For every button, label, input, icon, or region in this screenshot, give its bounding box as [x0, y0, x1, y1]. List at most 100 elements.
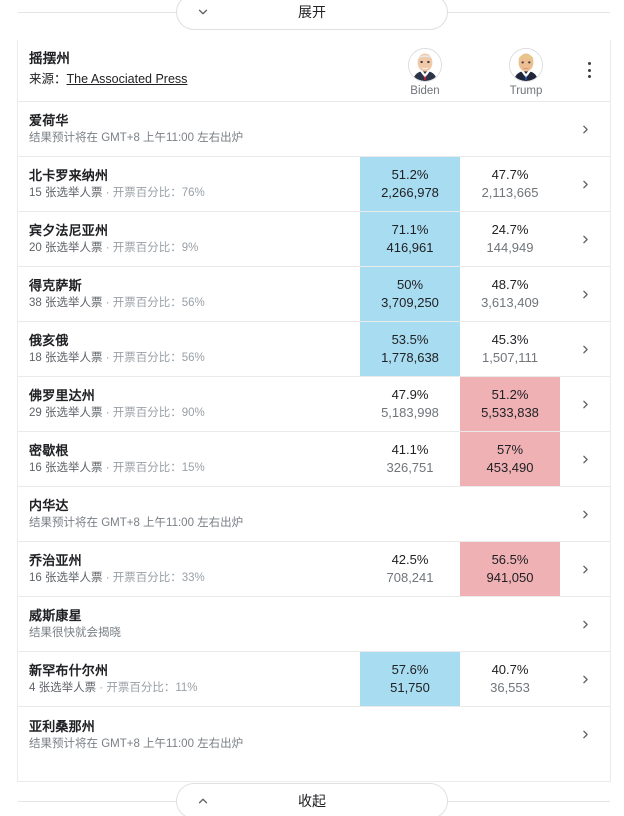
trump-percent: 40.7%	[491, 662, 529, 677]
expand-button[interactable]: 展开	[176, 0, 448, 30]
biden-percent: 71.1%	[391, 222, 429, 237]
biden-votes: 5,183,998	[381, 405, 439, 420]
table-row[interactable]: 北卡罗来纳州 15 张选举人票 · 开票百分比：76% 51.2% 2,266,978…	[18, 157, 610, 212]
reporting-percent: 开票百分比：11%	[106, 682, 198, 694]
result-cell-trump	[460, 102, 560, 156]
biden-percent: 57.6%	[391, 662, 429, 677]
trump-votes: 2,113,665	[481, 185, 539, 200]
biden-percent: 41.1%	[391, 442, 429, 457]
state-meta: 16 张选举人票 · 开票百分比：33%	[29, 570, 360, 586]
overflow-menu-icon[interactable]	[580, 60, 598, 80]
chevron-right-icon[interactable]	[560, 157, 610, 211]
state-info: 乔治亚州 16 张选举人票 · 开票百分比：33%	[18, 542, 360, 596]
state-info: 得克萨斯 38 张选举人票 · 开票百分比：56%	[18, 267, 360, 321]
result-cell-trump: 57% 453,490	[460, 432, 560, 486]
state-meta: 4 张选举人票 · 开票百分比：11%	[29, 680, 360, 696]
chevron-right-icon[interactable]	[560, 707, 610, 762]
trump-votes: 144,949	[486, 240, 534, 255]
result-cell-biden: 53.5% 1,778,638	[360, 322, 460, 376]
chevron-right-icon[interactable]	[560, 542, 610, 596]
chevron-right-icon[interactable]	[560, 212, 610, 266]
table-row[interactable]: 乔治亚州 16 张选举人票 · 开票百分比：33% 42.5% 708,241 56.5…	[18, 542, 610, 597]
state-name: 北卡罗来纳州	[29, 168, 109, 183]
result-cell-biden: 57.6% 51,750	[360, 652, 460, 706]
state-meta: 16 张选举人票 · 开票百分比：15%	[29, 460, 360, 476]
table-row[interactable]: 密歇根 16 张选举人票 · 开票百分比：15% 41.1% 326,751 57% 45…	[18, 432, 610, 487]
electoral-votes: 38 张选举人票	[29, 297, 103, 309]
chevron-right-icon[interactable]	[560, 432, 610, 486]
state-name: 威斯康星	[29, 608, 82, 623]
state-name: 乔治亚州	[29, 553, 82, 568]
collapse-button-label: 收起	[298, 793, 326, 809]
state-info: 亚利桑那州 结果预计将在 GMT+8 上午11:00 左右出炉	[18, 707, 360, 762]
result-cell-trump: 40.7% 36,553	[460, 652, 560, 706]
biden-percent: 53.5%	[391, 332, 429, 347]
reporting-percent: 开票百分比：90%	[112, 407, 205, 419]
trump-percent: 57%	[496, 442, 524, 457]
state-name: 新罕布什尔州	[29, 663, 109, 678]
trump-percent: 48.7%	[491, 277, 529, 292]
table-row[interactable]: 佛罗里达州 29 张选举人票 · 开票百分比：90% 47.9% 5,183,998 5…	[18, 377, 610, 432]
biden-votes: 1,778,638	[381, 350, 439, 365]
chevron-down-icon	[177, 5, 229, 19]
electoral-votes: 29 张选举人票	[29, 407, 103, 419]
state-name: 得克萨斯	[29, 278, 82, 293]
table-row[interactable]: 威斯康星结果很快就会揭晓	[18, 597, 610, 652]
chevron-right-icon[interactable]	[560, 597, 610, 651]
trump-votes: 36,553	[490, 680, 530, 695]
trump-percent: 24.7%	[491, 222, 529, 237]
collapse-button[interactable]: 收起	[176, 783, 448, 816]
state-note: 结果预计将在 GMT+8 上午11:00 左右出炉	[29, 517, 244, 529]
state-results-list: 爱荷华 结果预计将在 GMT+8 上午11:00 左右出炉 北卡罗来纳州 15 张选举…	[18, 102, 610, 762]
result-cell-trump	[460, 707, 560, 762]
table-row[interactable]: 得克萨斯 38 张选举人票 · 开票百分比：56% 50% 3,709,250 48.7…	[18, 267, 610, 322]
state-info: 内华达 结果预计将在 GMT+8 上午11:00 左右出炉	[18, 487, 360, 541]
source-prefix: 来源：	[29, 72, 67, 86]
chevron-right-icon[interactable]	[560, 102, 610, 156]
table-row[interactable]: 新罕布什尔州 4 张选举人票 · 开票百分比：11% 57.6% 51,750 40.7…	[18, 652, 610, 707]
chevron-right-icon[interactable]	[560, 322, 610, 376]
trump-votes: 3,613,409	[481, 295, 539, 310]
state-note: 结果预计将在 GMT+8 上午11:00 左右出炉	[29, 132, 244, 144]
election-results-page: 展开 摇摆州 来源：The Associated Press Biden Tru…	[0, 0, 624, 816]
electoral-votes: 4 张选举人票	[29, 682, 97, 694]
table-row[interactable]: 爱荷华结果预计将在 GMT+8 上午11:00 左右出炉	[18, 102, 610, 157]
electoral-votes: 18 张选举人票	[29, 352, 103, 364]
table-row[interactable]: 宾夕法尼亚州 20 张选举人票 · 开票百分比：9% 71.1% 416,961 24.…	[18, 212, 610, 267]
expand-button-label: 展开	[298, 4, 326, 20]
collapse-section: 收起	[0, 781, 624, 816]
meta-separator: ·	[102, 462, 113, 474]
source-link[interactable]: The Associated Press	[67, 72, 188, 86]
result-cell-trump: 45.3% 1,507,111	[460, 322, 560, 376]
state-meta: 38 张选举人票 · 开票百分比：56%	[29, 295, 360, 311]
trump-percent: 45.3%	[491, 332, 529, 347]
state-info: 北卡罗来纳州 15 张选举人票 · 开票百分比：76%	[18, 157, 360, 211]
table-row[interactable]: 俄亥俄 18 张选举人票 · 开票百分比：56% 53.5% 1,778,638 45.…	[18, 322, 610, 377]
chevron-right-icon[interactable]	[560, 487, 610, 541]
chevron-right-icon[interactable]	[560, 377, 610, 431]
state-note: 结果很快就会揭晓	[29, 627, 121, 639]
state-name: 爱荷华	[29, 113, 69, 128]
electoral-votes: 16 张选举人票	[29, 572, 103, 584]
state-meta: 18 张选举人票 · 开票百分比：56%	[29, 350, 360, 366]
state-meta: 20 张选举人票 · 开票百分比：9%	[29, 240, 360, 256]
result-cell-biden: 41.1% 326,751	[360, 432, 460, 486]
result-cell-biden	[360, 707, 460, 762]
table-row[interactable]: 内华达 结果预计将在 GMT+8 上午11:00 左右出炉	[18, 487, 610, 542]
expand-section: 展开	[0, 0, 624, 32]
chevron-right-icon[interactable]	[560, 267, 610, 321]
trump-percent: 51.2%	[491, 387, 529, 402]
meta-separator: ·	[102, 297, 113, 309]
chevron-right-icon[interactable]	[560, 652, 610, 706]
trump-votes: 5,533,838	[481, 405, 539, 420]
biden-votes: 708,241	[386, 570, 434, 585]
table-row[interactable]: 亚利桑那州 结果预计将在 GMT+8 上午11:00 左右出炉	[18, 707, 610, 762]
reporting-percent: 开票百分比：33%	[112, 572, 205, 584]
state-info: 新罕布什尔州 4 张选举人票 · 开票百分比：11%	[18, 652, 360, 706]
result-cell-trump	[460, 597, 560, 651]
trump-percent: 56.5%	[491, 552, 529, 567]
card-header: 摇摆州 来源：The Associated Press Biden Trump	[18, 40, 610, 102]
state-info: 威斯康星结果很快就会揭晓	[18, 597, 360, 651]
biden-votes: 416,961	[386, 240, 434, 255]
result-cell-trump: 24.7% 144,949	[460, 212, 560, 266]
